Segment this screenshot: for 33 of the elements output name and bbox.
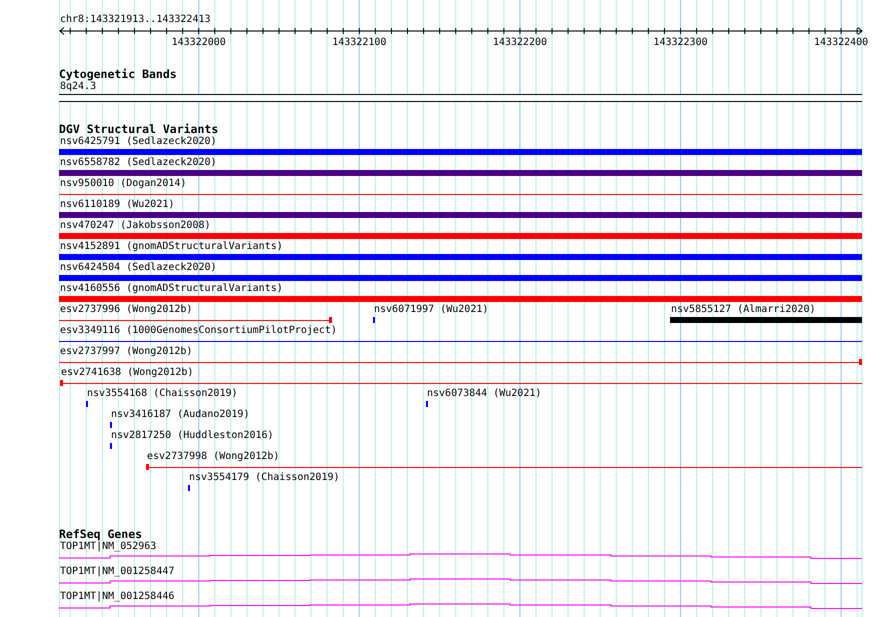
variant-label: nsv3416187 (Audano2019) (110, 409, 250, 421)
variant-label: esv2741638 (Wong2012b) (60, 367, 194, 379)
gene-label: TOP1MT|NM_001258447 (59, 566, 174, 578)
variant-label: nsv6424504 (Sedlazeck2020) (59, 262, 217, 274)
track-title: RefSeq Genes (59, 528, 142, 540)
variant-label: nsv6071997 (Wu2021) (373, 304, 488, 316)
variant-label: nsv6425791 (Sedlazeck2020) (59, 136, 217, 148)
variant-label: nsv6073844 (Wu2021) (426, 388, 542, 400)
position-label: 143322400 (814, 37, 868, 48)
position-label: 143322200 (492, 37, 548, 48)
variant-label: esv2737997 (Wong2012b) (59, 346, 192, 358)
variant-label: nsv470247 (Jakobsson2008) (59, 220, 211, 232)
position-label: 143322000 (172, 37, 226, 48)
gene-label: TOP1MT|NM_052963 (59, 541, 156, 553)
variant-label: nsv3554168 (Chaisson2019) (86, 388, 238, 400)
position-label: 143322100 (332, 37, 386, 48)
variant-label: nsv6558782 (Sedlazeck2020) (59, 157, 217, 169)
position-label: 143322300 (653, 37, 708, 48)
variant-label: nsv4160556 (gnomADStructuralVariants) (59, 283, 283, 295)
track-title: DGV Structural Variants (59, 123, 218, 135)
variant-label: nsv2817250 (Huddleston2016) (110, 430, 274, 442)
variant-label: nsv4152891 (gnomADStructuralVariants) (59, 241, 283, 253)
variant-label: esv2737996 (Wong2012b) (59, 304, 192, 316)
variant-label: nsv3554179 (Chaisson2019) (188, 472, 340, 484)
band-label: 8q24.3 (59, 81, 96, 93)
track-title: Cytogenetic Bands (59, 68, 177, 80)
gene-label: TOP1MT|NM_001258446 (59, 591, 174, 603)
variant-label: esv3349116 (1000GenomesConsortiumPilotProject) (59, 325, 337, 337)
variant-label: nsv6110189 (Wu2021) (59, 199, 174, 211)
position-title: chr8:143321913..143322413 (59, 14, 211, 26)
variant-label: nsv5855127 (Almarri2020) (670, 304, 816, 316)
variant-label: esv2737998 (Wong2012b) (146, 451, 280, 463)
variant-label: nsv950010 (Dogan2014) (59, 178, 186, 190)
